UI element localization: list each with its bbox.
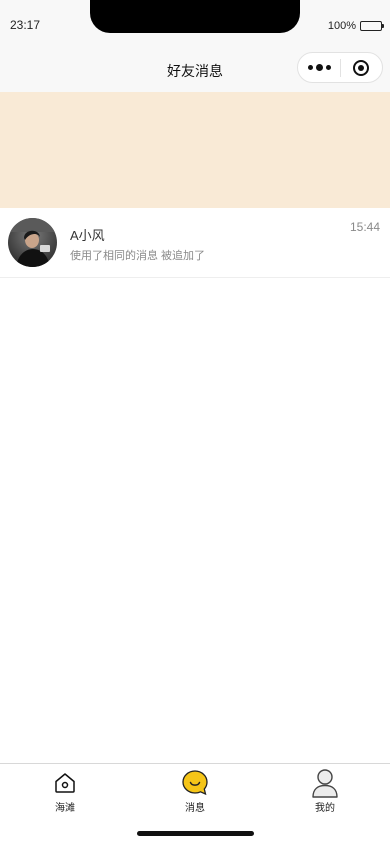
tab-messages[interactable]: 消息 — [155, 768, 235, 814]
mini-program-capsule — [297, 52, 383, 83]
target-ring — [353, 59, 370, 76]
home-icon — [50, 768, 80, 798]
home-indicator[interactable] — [137, 831, 254, 836]
target-circle-icon[interactable] — [341, 53, 382, 82]
person-icon — [310, 768, 340, 798]
message-list-item[interactable]: A小风 使用了相同的消息 被追加了 15:44 — [0, 208, 390, 278]
tab-beach[interactable]: 海滩 — [25, 768, 105, 814]
status-bar: 23:17 100% — [0, 0, 390, 44]
smile-chat-icon — [180, 768, 210, 798]
battery-icon — [360, 21, 384, 31]
tab-label: 消息 — [185, 803, 205, 814]
message-preview: 使用了相同的消息 被追加了 — [70, 250, 206, 262]
tab-label: 海滩 — [55, 803, 75, 814]
tab-mine[interactable]: 我的 — [285, 768, 365, 814]
battery-percentage: 100% — [327, 20, 356, 32]
tab-label: 我的 — [315, 803, 335, 814]
status-time: 23:17 — [10, 18, 41, 32]
message-time: 15:44 — [349, 220, 380, 234]
more-dot — [325, 65, 331, 70]
navigation-bar: 好友消息 — [0, 44, 390, 92]
target-center — [358, 64, 365, 71]
more-dots-icon[interactable] — [298, 53, 340, 82]
battery-indicator: 100% — [327, 20, 384, 32]
more-dot — [307, 65, 313, 70]
user-photo-avatar[interactable] — [8, 218, 57, 267]
banner-area — [0, 92, 390, 208]
more-dot — [315, 64, 323, 71]
device-notch — [90, 0, 300, 33]
avatar-photo — [8, 218, 57, 267]
contact-name: A小风 — [70, 228, 105, 243]
